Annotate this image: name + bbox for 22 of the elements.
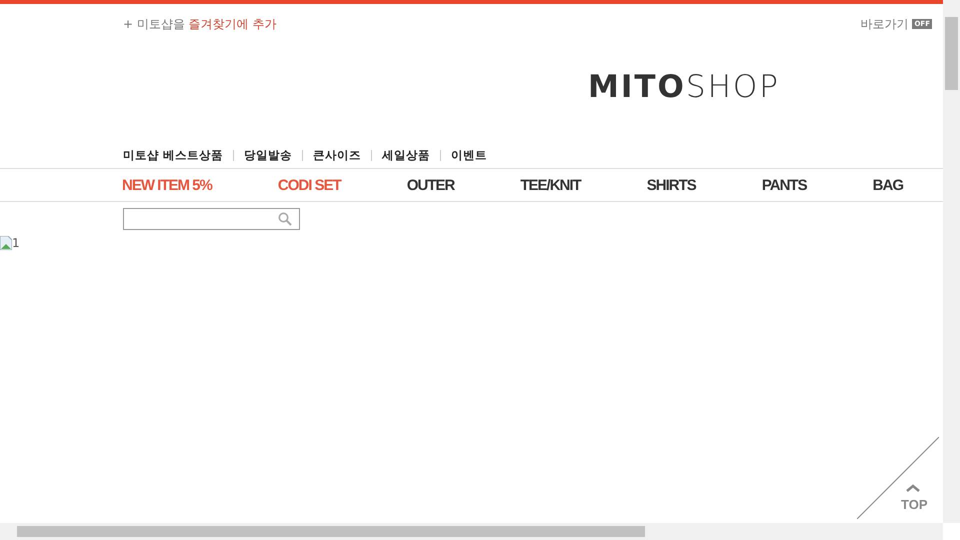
category-link[interactable]: NEW ITEM 5% <box>122 176 212 194</box>
back-to-top-button[interactable]: TOP <box>857 437 939 519</box>
category-link[interactable]: BAG <box>872 176 903 194</box>
category-link[interactable]: SHIRTS <box>646 176 696 194</box>
image-alt-text: 1 <box>12 236 20 250</box>
add-favorite-link[interactable]: 즐겨찾기에 추가 <box>188 16 277 30</box>
quick-link[interactable]: 당일발송 <box>244 148 292 162</box>
quick-link[interactable]: 미토샵 베스트상품 <box>123 148 224 162</box>
quick-link[interactable]: 세일상품 <box>382 148 430 162</box>
broken-image-icon <box>0 236 12 250</box>
vertical-scrollbar[interactable] <box>943 0 960 523</box>
quick-link[interactable]: 큰사이즈 <box>313 148 362 162</box>
caret-icon <box>906 484 920 492</box>
horizontal-scrollbar[interactable] <box>0 523 943 540</box>
category-link[interactable]: PANTS <box>762 176 807 194</box>
shortcut-label: 바로가기 <box>860 16 908 32</box>
favorite-prompt: + 미토샵을 <box>123 16 186 30</box>
shop-logo[interactable]: MITOSHOP <box>588 72 780 102</box>
category-link[interactable]: CODI SET <box>278 176 341 194</box>
quick-link[interactable]: 이벤트 <box>451 148 488 162</box>
category-link[interactable]: OUTER <box>406 176 454 194</box>
category-link[interactable]: TEE/KNIT <box>520 176 581 194</box>
